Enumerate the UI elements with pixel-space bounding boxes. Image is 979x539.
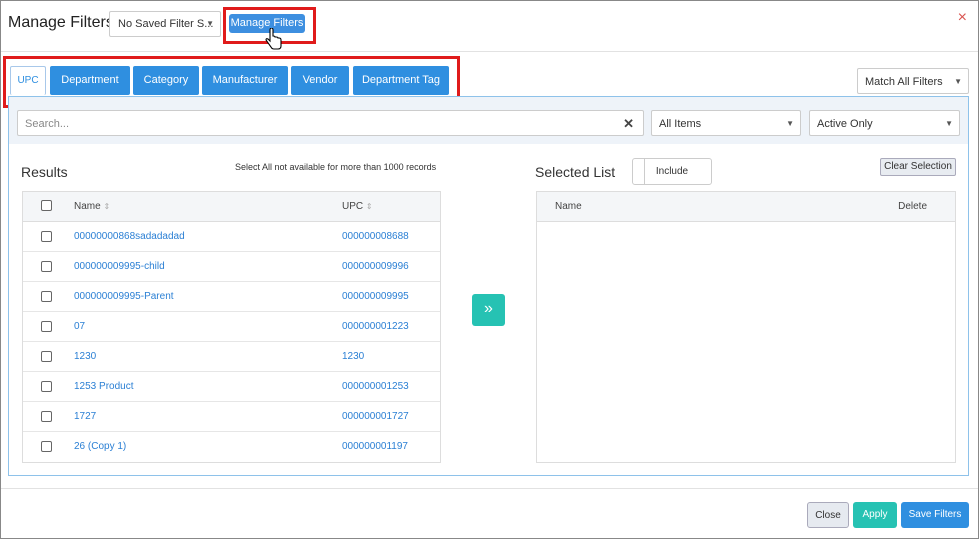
chevron-down-icon: ▼ (945, 119, 953, 128)
chevron-down-icon: ▼ (954, 77, 962, 86)
table-row: 1727 000000001727 (23, 402, 440, 432)
save-filters-button[interactable]: Save Filters (901, 502, 969, 528)
include-toggle[interactable]: Include (632, 158, 712, 185)
table-row: 000000009995-Parent 000000009995 (23, 282, 440, 312)
include-label: Include (655, 166, 689, 177)
results-table-header: Name ⇕ UPC ⇕ (23, 192, 440, 222)
column-header-name[interactable]: Name ⇕ (74, 201, 110, 212)
toggle-handle (633, 159, 645, 184)
row-checkbox[interactable] (41, 441, 52, 452)
sort-icon: ⇕ (103, 202, 111, 211)
select-all-checkbox[interactable] (41, 200, 52, 211)
selected-table-header: Name Delete (537, 192, 955, 222)
row-checkbox[interactable] (41, 231, 52, 242)
tab-department-tag[interactable]: Department Tag (353, 66, 449, 95)
close-icon[interactable]: × (958, 9, 967, 27)
row-upc-link[interactable]: 000000001223 (342, 321, 409, 332)
row-name-link[interactable]: 1727 (74, 411, 96, 422)
search-input[interactable]: Search... ✕ (17, 110, 644, 136)
row-upc-link[interactable]: 1230 (342, 351, 364, 362)
row-name-link[interactable]: 00000000868sadadadad (74, 231, 185, 242)
row-name-link[interactable]: 1230 (74, 351, 96, 362)
hand-cursor-icon (264, 27, 284, 52)
column-header-delete: Delete (898, 201, 927, 212)
row-checkbox[interactable] (41, 381, 52, 392)
column-header-name: Name (555, 201, 582, 212)
row-name-link[interactable]: 26 (Copy 1) (74, 441, 126, 452)
column-header-upc[interactable]: UPC ⇕ (342, 201, 373, 212)
selected-list-heading: Selected List (535, 164, 616, 180)
status-select-value: Active Only (817, 118, 873, 130)
row-name-link[interactable]: 1253 Product (74, 381, 134, 392)
results-heading: Results (21, 164, 68, 180)
results-table: Name ⇕ UPC ⇕ 00000000868sadadadad 000000… (22, 191, 441, 463)
clear-selection-button[interactable]: Clear Selection (880, 158, 956, 176)
status-select[interactable]: Active Only ▼ (809, 110, 960, 136)
row-name-link[interactable]: 07 (74, 321, 85, 332)
row-upc-link[interactable]: 000000008688 (342, 231, 409, 242)
row-checkbox[interactable] (41, 261, 52, 272)
header-divider (1, 51, 978, 52)
close-button[interactable]: Close (807, 502, 849, 528)
row-checkbox[interactable] (41, 351, 52, 362)
table-row: 1230 1230 (23, 342, 440, 372)
tab-manufacturer[interactable]: Manufacturer (202, 66, 288, 95)
tab-department[interactable]: Department (50, 66, 130, 95)
row-upc-link[interactable]: 000000001253 (342, 381, 409, 392)
tab-vendor[interactable]: Vendor (291, 66, 349, 95)
modal-title: Manage Filters (8, 14, 114, 31)
search-placeholder: Search... (25, 118, 70, 130)
row-upc-link[interactable]: 000000009995 (342, 291, 409, 302)
table-row: 07 000000001223 (23, 312, 440, 342)
row-upc-link[interactable]: 000000001727 (342, 411, 409, 422)
selected-list-table: Name Delete (536, 191, 956, 463)
table-row: 000000009995-child 000000009996 (23, 252, 440, 282)
footer-divider (1, 488, 978, 489)
row-checkbox[interactable] (41, 411, 52, 422)
tab-category[interactable]: Category (133, 66, 199, 95)
chevron-down-icon: ▼ (786, 119, 794, 128)
saved-filter-select[interactable]: No Saved Filter S... ▼ (109, 11, 221, 37)
row-name-link[interactable]: 000000009995-child (74, 261, 165, 272)
sort-icon: ⇕ (365, 202, 373, 211)
saved-filter-value: No Saved Filter S... (118, 18, 214, 30)
match-filters-value: Match All Filters (865, 76, 943, 88)
table-row: 00000000868sadadadad 000000008688 (23, 222, 440, 252)
row-name-link[interactable]: 000000009995-Parent (74, 291, 174, 302)
row-checkbox[interactable] (41, 321, 52, 332)
match-filters-select[interactable]: Match All Filters ▼ (857, 68, 969, 94)
tab-upc[interactable]: UPC (10, 66, 46, 95)
chevron-down-icon: ▼ (206, 19, 214, 28)
apply-button[interactable]: Apply (853, 502, 897, 528)
items-select-value: All Items (659, 118, 702, 130)
table-row: 1253 Product 000000001253 (23, 372, 440, 402)
table-row: 26 (Copy 1) 000000001197 (23, 432, 440, 462)
select-all-note: Select All not available for more than 1… (235, 162, 437, 172)
row-checkbox[interactable] (41, 291, 52, 302)
move-to-selected-button[interactable]: » (472, 294, 505, 326)
row-upc-link[interactable]: 000000009996 (342, 261, 409, 272)
clear-search-icon[interactable]: ✕ (623, 116, 634, 132)
items-select[interactable]: All Items ▼ (651, 110, 801, 136)
row-upc-link[interactable]: 000000001197 (342, 441, 408, 452)
